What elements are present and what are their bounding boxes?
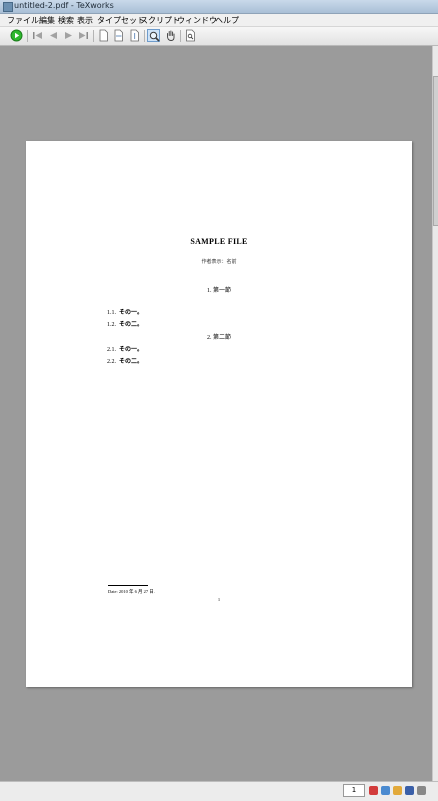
fit-width-icon[interactable] [112, 29, 125, 42]
page-number: 1 [217, 597, 221, 602]
subsection: 1.1. その一。 [107, 307, 143, 316]
menu-file[interactable]: ファイル [7, 15, 39, 26]
toolbar-separator [180, 30, 181, 42]
status-bar: 1 [0, 781, 438, 801]
hand-icon[interactable] [164, 29, 177, 42]
page-number-field[interactable]: 1 [343, 784, 365, 797]
subsection-label: その二。 [119, 322, 144, 328]
window-titlebar: untitled-2.pdf - TeXworks [0, 0, 438, 14]
menu-help[interactable]: ヘルプ [215, 15, 239, 26]
section-heading: 2. 第二節 [206, 335, 231, 341]
menu-search[interactable]: 検索 [58, 15, 74, 26]
footnote: Date: 2010 年 6 月 27 日. [108, 589, 155, 594]
actual-size-icon[interactable] [97, 29, 110, 42]
first-page-icon[interactable] [31, 29, 44, 42]
next-page-icon[interactable] [62, 29, 75, 42]
tray-icon[interactable] [369, 786, 378, 795]
menu-typeset[interactable]: タイプセット [97, 15, 145, 26]
menu-scripts[interactable]: スクリプト [140, 15, 180, 26]
document-author: 作者表示：名前 [201, 260, 237, 265]
menu-edit[interactable]: 編集 [39, 15, 55, 26]
toolbar-separator [93, 30, 94, 42]
subsection-label: その二。 [119, 359, 144, 365]
subsection: 2.1. その一。 [107, 344, 143, 353]
subsection: 2.2. その二。 [107, 356, 143, 365]
scrollbar-thumb[interactable] [433, 76, 438, 226]
magnify-icon[interactable] [147, 29, 160, 42]
subsection-number: 2.1. [107, 347, 116, 353]
tray-icon[interactable] [405, 786, 414, 795]
menu-bar: ファイル 編集 検索 表示 タイプセット スクリプト ウィンドウ ヘルプ [0, 14, 438, 27]
footnote-rule [108, 585, 148, 586]
fit-window-icon[interactable] [128, 29, 141, 42]
subsection-label: その一。 [119, 310, 144, 316]
window-title: untitled-2.pdf - TeXworks [14, 1, 114, 10]
app-icon [3, 2, 13, 12]
tray-icon[interactable] [417, 786, 426, 795]
section-heading: 1. 第一節 [206, 288, 231, 294]
subsection-number: 1.2. [107, 322, 116, 328]
typeset-icon[interactable] [10, 29, 23, 42]
subsection-number: 1.1. [107, 310, 116, 316]
pdf-page[interactable]: SAMPLE FILE 作者表示：名前 1. 第一節 1.1. その一。 1.2.… [26, 141, 412, 687]
vertical-scrollbar[interactable] [432, 46, 438, 781]
toolbar [0, 27, 438, 46]
document-title: SAMPLE FILE [190, 237, 248, 246]
tray-icon[interactable] [381, 786, 390, 795]
menu-window[interactable]: ウィンドウ [177, 15, 217, 26]
menu-view[interactable]: 表示 [77, 15, 93, 26]
subsection: 1.2. その二。 [107, 319, 143, 328]
subsection-label: その一。 [119, 347, 144, 353]
toolbar-separator [27, 30, 28, 42]
toolbar-separator [144, 30, 145, 42]
previous-page-icon[interactable] [47, 29, 60, 42]
last-page-icon[interactable] [77, 29, 90, 42]
tray-icon[interactable] [393, 786, 402, 795]
subsection-number: 2.2. [107, 359, 116, 365]
find-icon[interactable] [184, 29, 197, 42]
